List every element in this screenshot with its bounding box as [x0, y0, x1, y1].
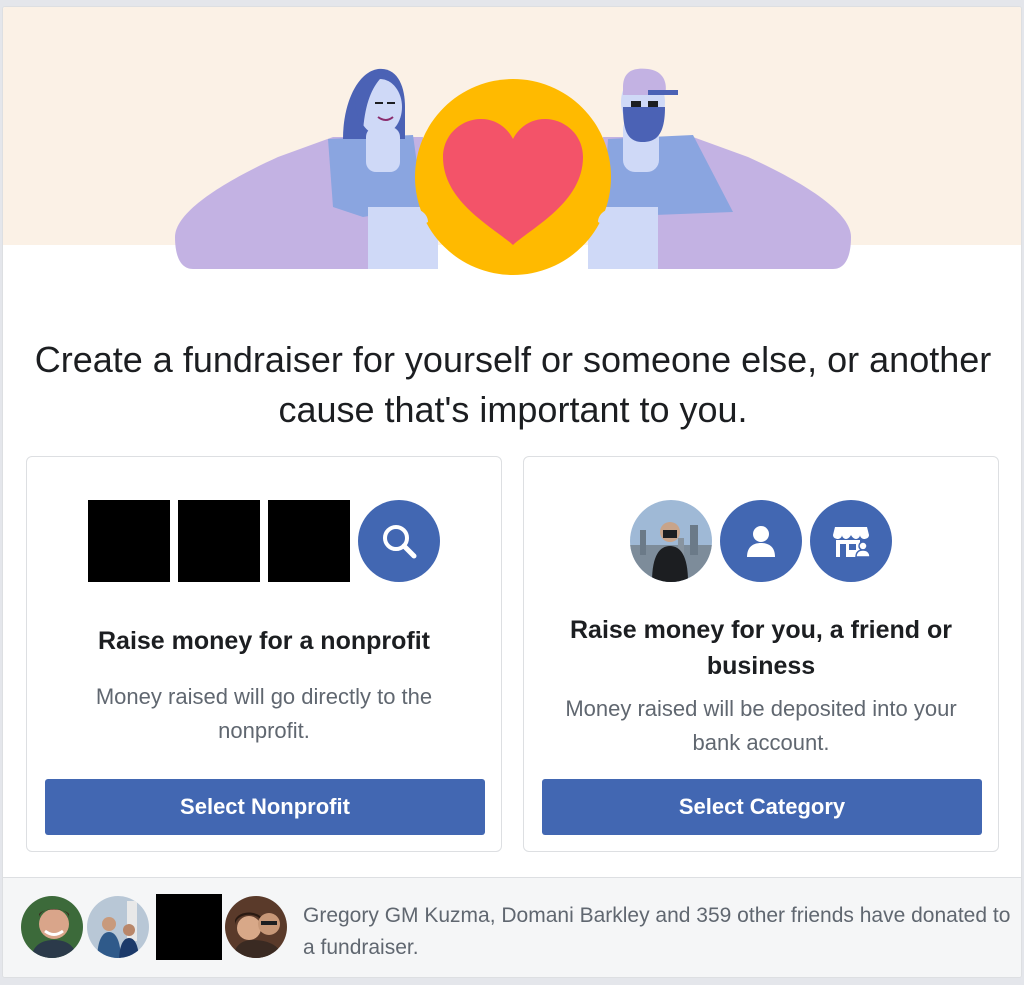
fundraiser-heart-illustration: [175, 68, 851, 275]
redacted-avatar: [156, 894, 222, 960]
search-icon: [358, 500, 440, 582]
personal-icon-row: [524, 500, 998, 582]
friends-donated-footer: Gregory GM Kuzma, Domani Barkley and 359…: [3, 877, 1021, 977]
personal-description: Money raised will be deposited into your…: [565, 696, 957, 755]
personal-option-card: Raise money for you, a friend or busines…: [523, 456, 999, 852]
redacted-logo: [268, 500, 350, 582]
nonprofit-description: Money raised will go directly to the non…: [95, 684, 433, 743]
redacted-logo: [178, 500, 260, 582]
nonprofit-icon-row: [27, 500, 501, 582]
person-icon: [720, 500, 802, 582]
friends-donated-text: Gregory GM Kuzma, Domani Barkley and 359…: [303, 904, 1011, 959]
page-headline: Create a fundraiser for yourself or some…: [34, 339, 992, 430]
select-category-button[interactable]: Select Category: [542, 779, 982, 835]
hero-illustration: [3, 7, 1021, 282]
business-storefront-icon: [810, 500, 892, 582]
personal-title: Raise money for you, a friend or busines…: [569, 616, 953, 680]
friend-avatars: [19, 894, 289, 960]
select-nonprofit-button[interactable]: Select Nonprofit: [45, 779, 485, 835]
friend-avatar[interactable]: [19, 894, 85, 960]
redacted-logo: [88, 500, 170, 582]
friend-avatar[interactable]: [223, 894, 289, 960]
nonprofit-option-card: Raise money for a nonprofit Money raised…: [26, 456, 502, 852]
friend-avatar[interactable]: [85, 894, 151, 960]
user-photo: [630, 500, 712, 582]
fundraiser-card: Create a fundraiser for yourself or some…: [2, 6, 1022, 978]
nonprofit-title: Raise money for a nonprofit: [98, 627, 430, 655]
